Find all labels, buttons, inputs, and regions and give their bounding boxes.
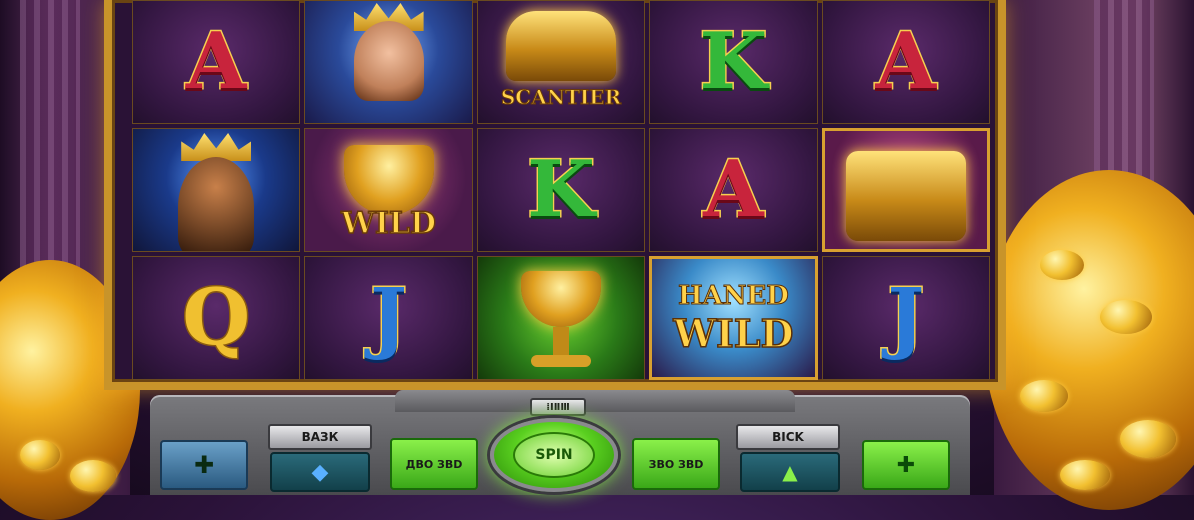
bet-adjust-button[interactable]: ◆ [270,452,370,492]
reel-cell: HANED WILD [649,256,818,380]
plus-button[interactable]: ✚ [160,440,248,490]
auto-spin-button[interactable]: ЗВО ЗВD [632,438,720,490]
reel-cell: J [304,256,473,380]
symbol-q: Q [181,272,252,363]
add-button[interactable]: ✚ [862,440,950,490]
plus-icon: ✚ [193,451,215,479]
scatter-label: SCANTIER [500,85,622,110]
reel-cell: WILD [304,128,473,252]
trophy-base [530,355,591,367]
max-bet-label: ДВО ЗВD [405,457,463,471]
reel-cell [304,0,473,124]
wild-label: WILD [673,310,795,357]
reel-cell: A [821,0,990,124]
treasure-chest-icon [505,11,616,81]
coin [70,460,116,492]
symbol-k: K [526,144,597,235]
bet-label: ВАЗК [268,424,372,450]
reel-grid: A SCANTIER K A WILD K A Q J HANED WILD J [132,0,990,380]
coin [1020,380,1068,412]
coin [1120,420,1176,458]
diamond-icon: ◆ [311,459,329,485]
reel-cell [821,128,990,252]
queen-portrait [353,21,424,101]
reel-cell: J [821,256,990,380]
symbol-j: J [369,272,409,363]
coin [1100,300,1152,334]
max-bet-button[interactable]: ДВО ЗВD [390,438,478,490]
reel-cell: SCANTIER [476,0,646,124]
reel-cell: A [132,0,301,124]
reel-cell [476,256,646,380]
treasure-icon [845,151,966,241]
symbol-a: A [874,16,938,107]
panel-top-tag: ⁞ⅠⅡⅢ [530,398,586,416]
coin [1040,250,1084,280]
spin-button[interactable]: SPIN [490,418,618,492]
trophy-stem [552,327,569,357]
reel-cell: Q [132,256,301,380]
reel-cell: K [476,128,646,252]
control-panel-top [395,390,795,412]
reel-cell [132,128,301,252]
symbol-a: A [702,144,766,235]
king-portrait [178,157,255,251]
spin-label: SPIN [535,447,573,463]
reel-cell: A [649,128,818,252]
symbol-a: A [184,16,248,107]
plus-icon: ✚ [896,452,916,478]
auto-spin-label: ЗВО ЗВD [648,457,704,471]
spin-button-inner: SPIN [513,432,595,478]
up-arrow-icon: ▲ [782,460,798,484]
coin [1060,460,1110,490]
golden-cup-icon [343,145,434,215]
back-label: BICK [736,424,840,450]
wild-label: WILD [340,205,437,242]
trophy-icon [520,271,601,327]
symbol-j: J [886,272,926,363]
up-button[interactable]: ▲ [740,452,840,492]
symbol-k: K [698,16,769,107]
reel-frame: A SCANTIER K A WILD K A Q J HANED WILD J [104,0,1006,390]
hand-label: HANED [677,280,789,311]
curtain-left [20,0,80,300]
coin [20,440,60,470]
reel-cell: K [649,0,818,124]
